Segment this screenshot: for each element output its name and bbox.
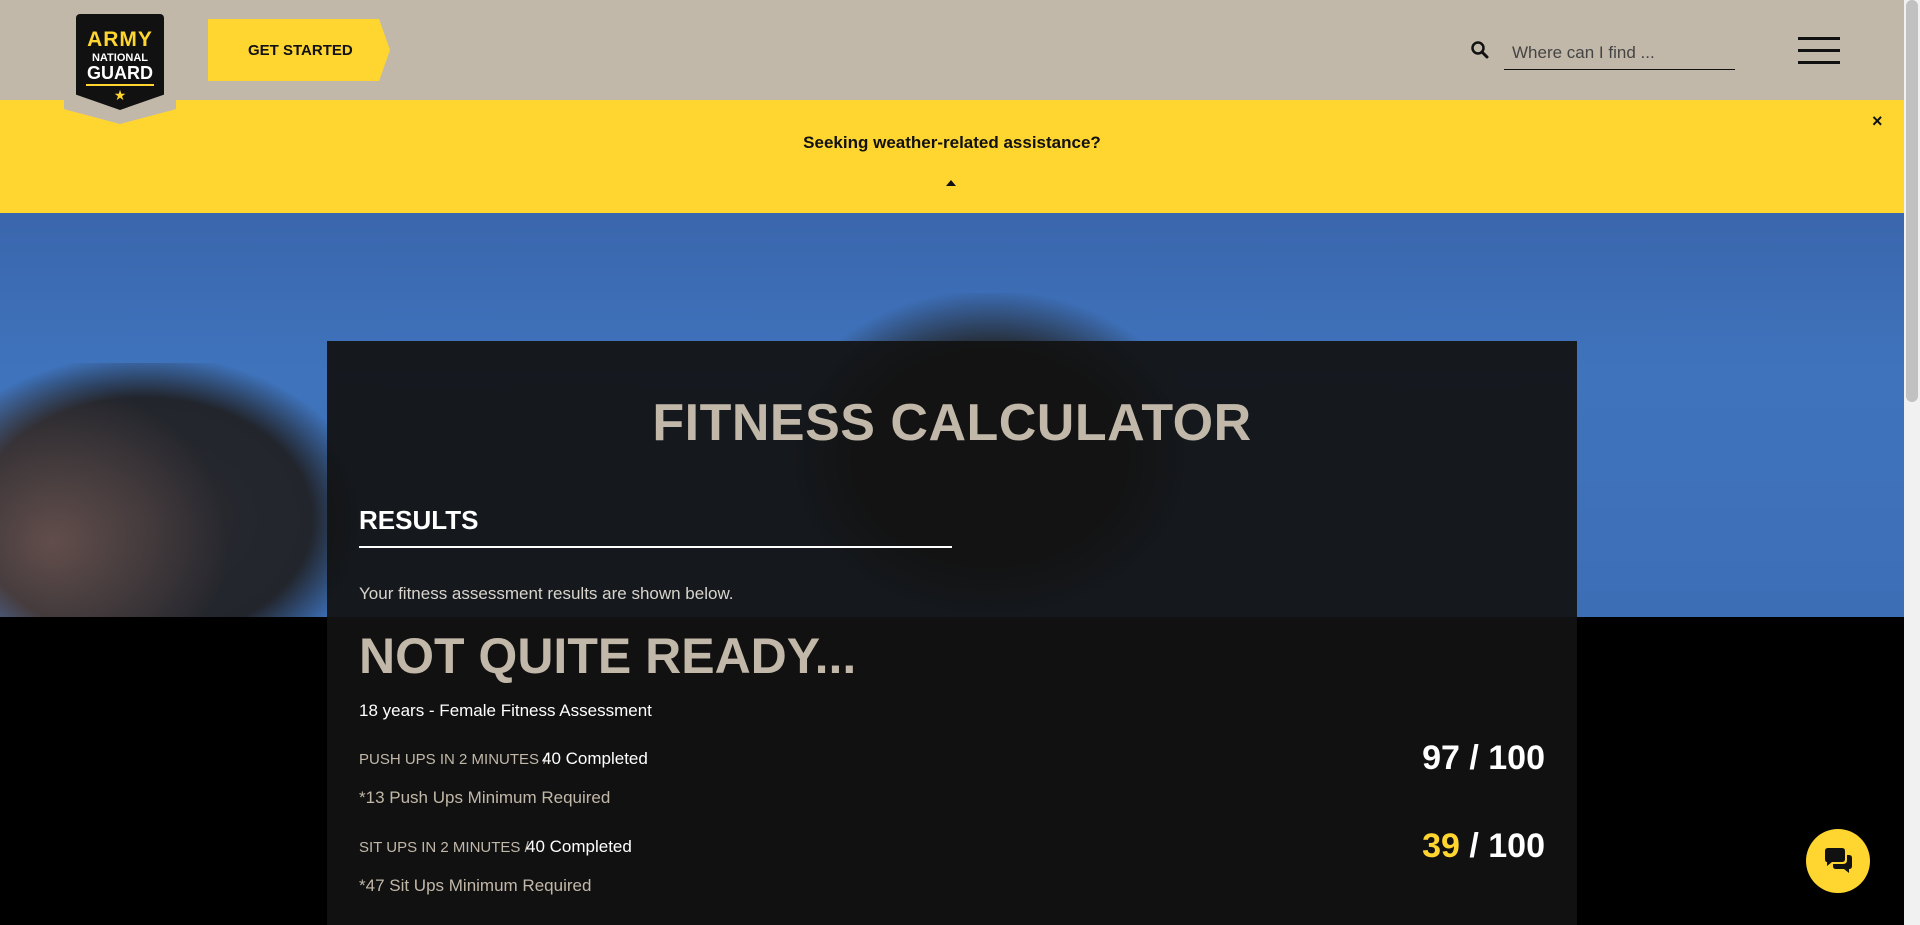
pushups-completed: 40 Completed [542, 749, 648, 768]
divider [359, 546, 952, 548]
situps-score: 39 / 100 [1422, 827, 1545, 866]
scrollbar-thumb[interactable] [1906, 0, 1918, 402]
situps-completed: 40 Completed [526, 837, 632, 856]
assessment-subtitle: 18 years - Female Fitness Assessment [359, 701, 652, 720]
logo-guard-text: GUARD [86, 64, 154, 86]
army-national-guard-logo[interactable]: ARMY NATIONAL GUARD ★ [64, 0, 176, 124]
chat-bubbles-icon [1825, 848, 1852, 873]
chat-button[interactable] [1806, 829, 1870, 893]
pushups-score-value: 97 [1422, 739, 1460, 777]
pushups-score: 97 / 100 [1422, 739, 1545, 778]
situps-label: SIT UPS IN 2 MINUTES / [359, 839, 529, 856]
results-heading: RESULTS [359, 505, 479, 535]
pushups-score-max: / 100 [1469, 739, 1545, 777]
situps-score-max: / 100 [1469, 827, 1545, 865]
logo-army-text: ARMY [87, 28, 153, 51]
search-icon[interactable] [1470, 40, 1490, 60]
hamburger-menu-icon[interactable] [1798, 37, 1840, 65]
pushups-minimum: *13 Push Ups Minimum Required [359, 788, 611, 807]
situps-score-value: 39 [1422, 827, 1460, 865]
status-title: NOT QUITE READY... [359, 628, 857, 684]
get-started-button[interactable]: GET STARTED [208, 19, 390, 81]
pushups-label: PUSH UPS IN 2 MINUTES / [359, 751, 548, 768]
page-title: FITNESS CALCULATOR [652, 394, 1252, 452]
caret-up-icon[interactable] [946, 180, 956, 186]
results-description: Your fitness assessment results are show… [359, 584, 734, 603]
situps-minimum: *47 Sit Ups Minimum Required [359, 876, 592, 895]
alert-banner: Seeking weather-related assistance? [0, 100, 1904, 213]
alert-text[interactable]: Seeking weather-related assistance? [0, 133, 1904, 153]
close-icon[interactable]: × [1872, 111, 1883, 132]
fitness-calculator-panel: FITNESS CALCULATOR RESULTS Your fitness … [327, 341, 1577, 925]
site-header: GET STARTED [0, 0, 1904, 100]
search-input[interactable] [1504, 36, 1735, 70]
